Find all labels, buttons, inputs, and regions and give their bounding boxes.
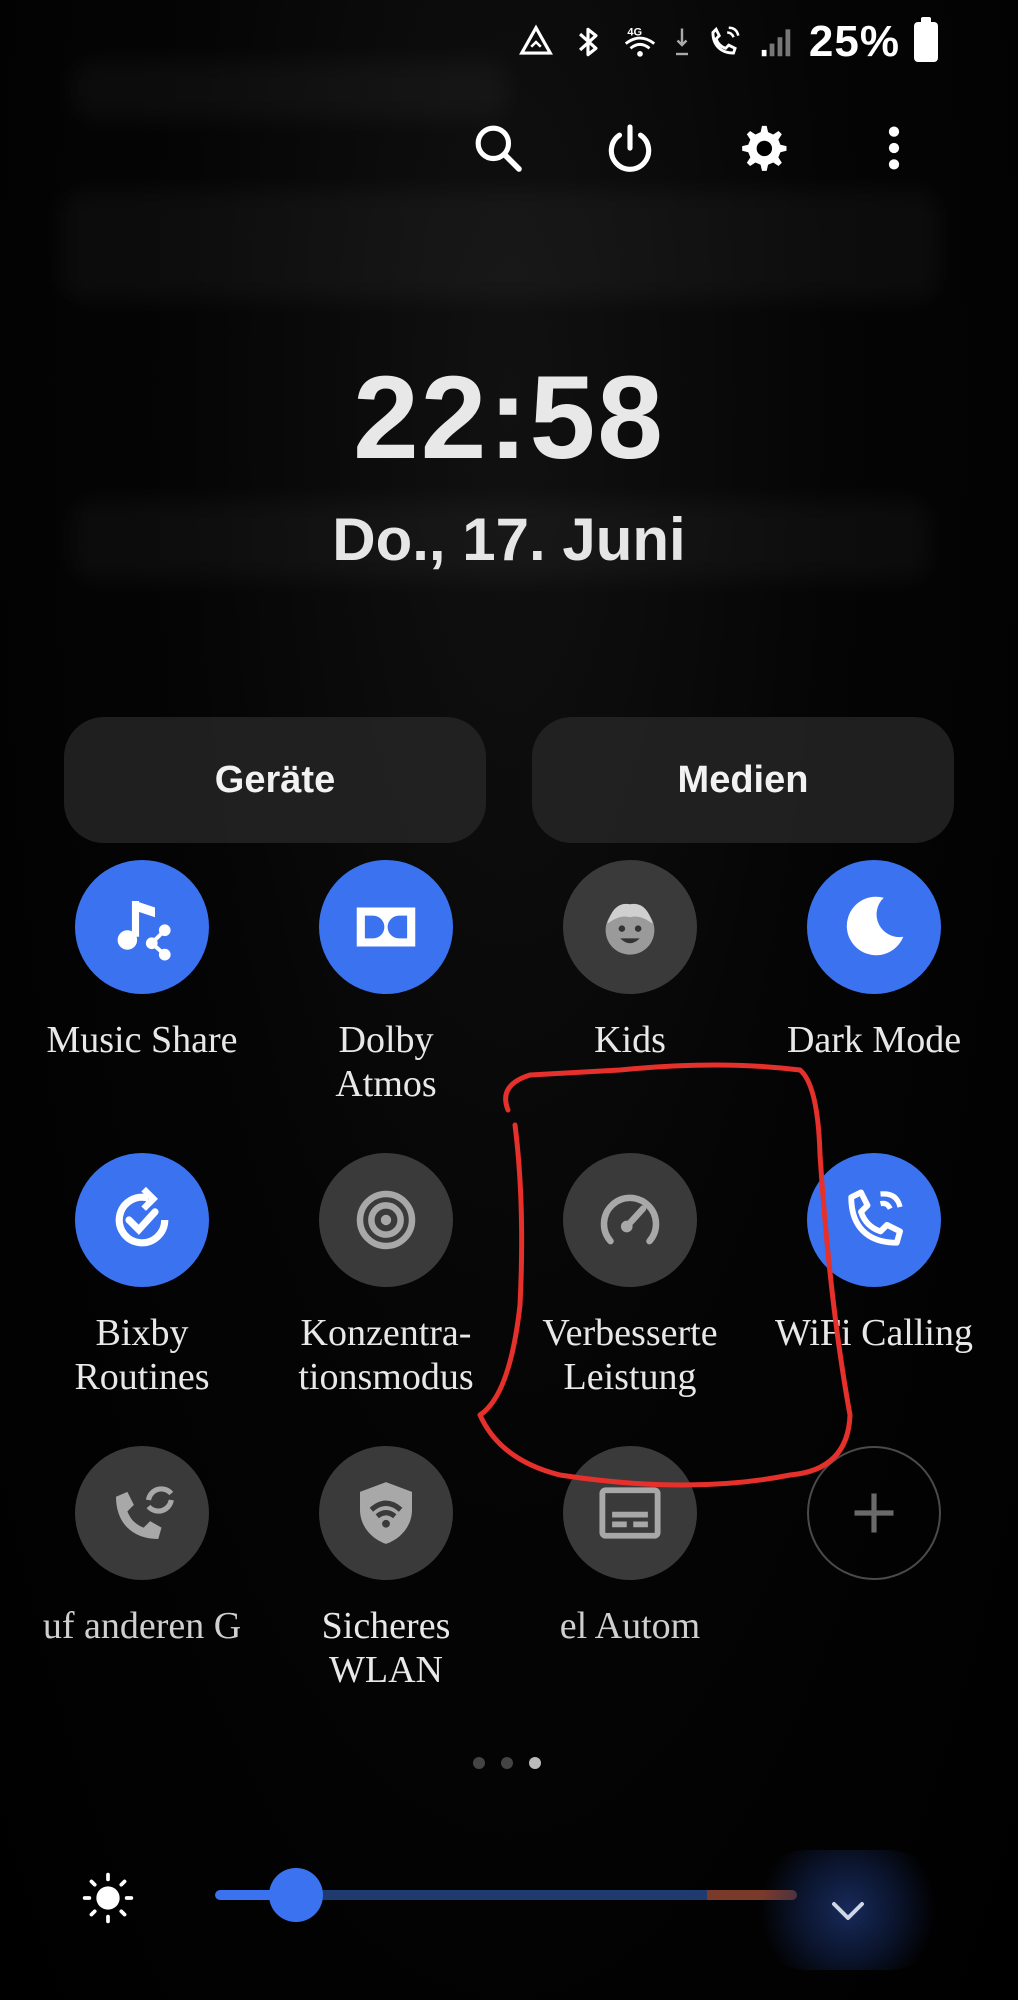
tile-label: Konzentra- tionsmodus — [298, 1312, 474, 1398]
tile-icon-circle — [563, 1446, 697, 1580]
status-bar: 4G 25% — [517, 14, 938, 70]
blurred-notification — [70, 60, 510, 120]
tile-icon-circle — [75, 1446, 209, 1580]
quick-panel-actions — [470, 120, 922, 176]
tile-label: WiFi Calling — [775, 1312, 973, 1354]
blurred-notification — [60, 190, 940, 300]
search-button[interactable] — [470, 120, 526, 176]
devices-button[interactable]: Geräte — [64, 717, 486, 843]
brightness-control — [80, 1850, 948, 1970]
tile-label: Dark Mode — [786, 1019, 962, 1061]
call-forward-icon — [116, 1486, 174, 1539]
battery-icon — [914, 17, 938, 62]
tile-music-share[interactable]: Music Share — [20, 860, 264, 1153]
tile-bixby-routines[interactable]: Bixby Routines — [20, 1153, 264, 1446]
bluetooth-icon — [569, 22, 607, 62]
search-icon — [475, 125, 522, 172]
data-saver-icon — [517, 22, 555, 62]
wifi-calling-icon — [848, 1189, 903, 1246]
tile-call-forwarding[interactable]: uf anderen G — [20, 1446, 264, 1739]
tile-auto-captions[interactable]: el Autom — [508, 1446, 752, 1739]
tile-icon-circle — [319, 1446, 453, 1580]
add-icon — [854, 1493, 894, 1533]
quick-settings-grid: Music Share Dolby Atmos Kids Dark Mode B… — [20, 860, 998, 1739]
page-dot[interactable] — [501, 1757, 513, 1769]
tile-label: Music Share — [46, 1019, 238, 1061]
tile-secure-wifi[interactable]: Sicheres WLAN — [264, 1446, 508, 1739]
data-arrows-icon — [673, 22, 691, 62]
more-options-icon — [888, 126, 900, 170]
tile-label: uf anderen G — [42, 1605, 242, 1647]
tile-wifi-calling[interactable]: WiFi Calling — [752, 1153, 996, 1446]
battery-percent: 25% — [808, 17, 900, 66]
music-share-icon — [117, 901, 171, 961]
caption-icon — [599, 1487, 661, 1539]
tile-icon-circle — [807, 860, 941, 994]
tile-label: Sicheres WLAN — [321, 1605, 451, 1691]
device-media-row: Geräte Medien — [64, 717, 954, 843]
tile-label: Kids — [594, 1019, 666, 1061]
media-button[interactable]: Medien — [532, 717, 954, 843]
tile-label: Verbesserte Leistung — [542, 1312, 718, 1398]
kids-icon — [605, 903, 655, 955]
brightness-sun-icon — [82, 1872, 134, 1924]
chevron-down-icon — [832, 1902, 864, 1920]
settings-icon — [742, 125, 787, 171]
tile-icon-circle — [807, 1153, 941, 1287]
tile-kids[interactable]: Kids — [508, 860, 752, 1153]
clock-time[interactable]: 22:58 — [0, 350, 1018, 486]
speedometer-icon — [600, 1194, 660, 1245]
tile-icon-circle — [563, 1153, 697, 1287]
tile-add[interactable] — [752, 1446, 996, 1739]
settings-button[interactable] — [734, 120, 790, 176]
tile-icon-circle — [319, 860, 453, 994]
dolby-icon — [356, 907, 416, 947]
tile-enhanced-performance[interactable]: Verbesserte Leistung — [508, 1153, 752, 1446]
tile-label: el Autom — [559, 1605, 701, 1647]
tile-icon-circle — [563, 860, 697, 994]
tile-icon-circle — [319, 1153, 453, 1287]
page-indicator — [473, 1757, 541, 1769]
tile-icon-circle — [75, 1153, 209, 1287]
add-tile-button[interactable] — [807, 1446, 941, 1580]
brightness-slider-thumb[interactable] — [269, 1868, 324, 1922]
tile-dark-mode[interactable]: Dark Mode — [752, 860, 996, 1153]
wifi-calling-icon — [705, 22, 743, 62]
power-button[interactable] — [602, 120, 658, 176]
focus-target-icon — [356, 1190, 416, 1250]
expand-panel-button[interactable] — [748, 1850, 948, 1970]
tile-focus-mode[interactable]: Konzentra- tionsmodus — [264, 1153, 508, 1446]
page-dot-active[interactable] — [529, 1757, 541, 1769]
tile-icon-circle — [75, 860, 209, 994]
secure-wifi-icon — [360, 1482, 412, 1544]
power-icon — [608, 124, 652, 172]
tile-dolby-atmos[interactable]: Dolby Atmos — [264, 860, 508, 1153]
more-options-button[interactable] — [866, 120, 922, 176]
moon-icon — [846, 896, 904, 956]
wifi-4g-icon: 4G — [621, 22, 659, 62]
tile-label: Dolby Atmos — [335, 1019, 437, 1105]
tile-label: Bixby Routines — [74, 1312, 210, 1398]
page-dot[interactable] — [473, 1757, 485, 1769]
signal-bars-icon — [757, 22, 795, 62]
clock-date[interactable]: Do., 17. Juni — [0, 505, 1018, 574]
bixby-routines-icon — [115, 1186, 169, 1247]
